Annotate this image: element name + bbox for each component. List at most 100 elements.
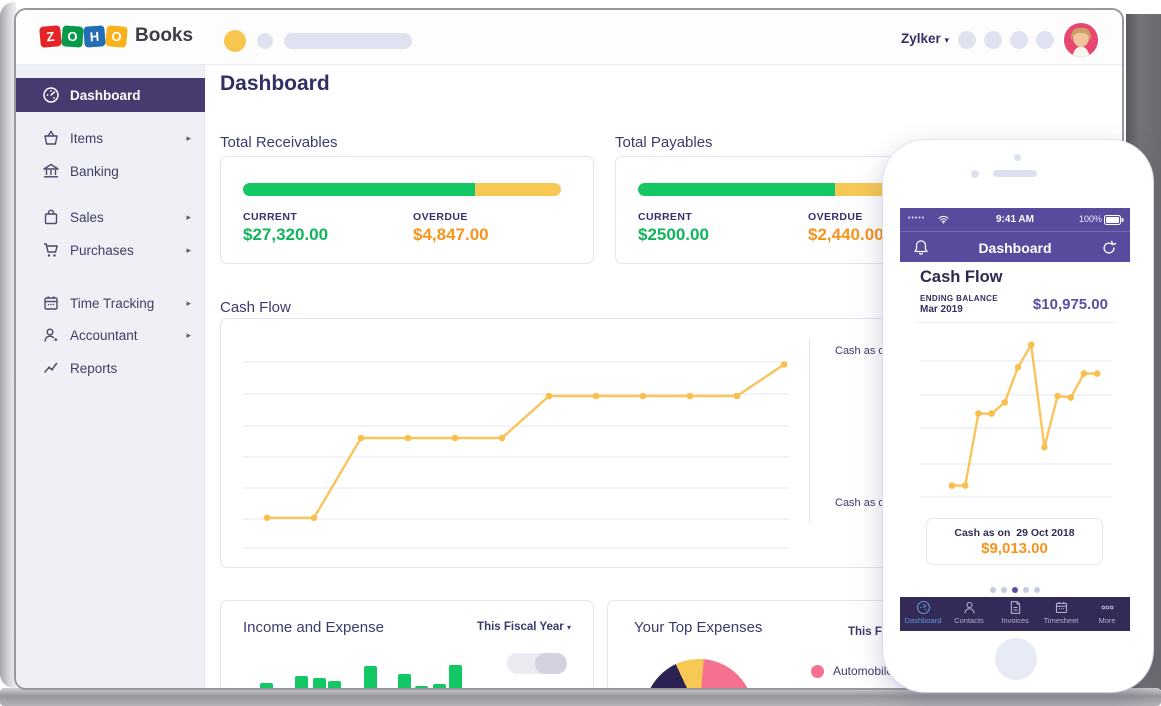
calendar-icon: [1054, 600, 1069, 615]
cash-as-on-value: $9,013.00: [927, 540, 1102, 557]
receivables-overdue-value: $4,847.00: [413, 225, 489, 245]
ending-balance-period: Mar 2019: [920, 304, 963, 315]
receivables-card: CURRENT $27,320.00 OVERDUE $4,847.00: [220, 156, 594, 264]
pager-dot[interactable]: [1012, 587, 1018, 593]
sidebar-item-label: Dashboard: [70, 88, 141, 103]
tab-invoices[interactable]: Invoices: [992, 597, 1038, 631]
sidebar-item-time-tracking[interactable]: Time Tracking ▸: [16, 286, 205, 320]
calendar-icon: [42, 294, 60, 312]
tab-dashboard[interactable]: Dashboard: [900, 597, 946, 631]
payables-current-label: CURRENT: [638, 211, 692, 223]
topbar-icon-button-3[interactable]: [1010, 31, 1028, 49]
tab-timesheet[interactable]: Timesheet: [1038, 597, 1084, 631]
bank-icon: [42, 162, 60, 180]
tab-label: More: [1084, 616, 1130, 625]
accountant-icon: [42, 326, 60, 344]
sidebar-item-dashboard[interactable]: Dashboard: [16, 78, 205, 112]
cash-as-on-date: 29 Oct 2018: [1016, 527, 1074, 539]
cash-as-on-card: Cash as on 29 Oct 2018 $9,013.00: [926, 518, 1103, 565]
sidebar-item-sales[interactable]: Sales ▸: [16, 200, 205, 234]
sidebar-item-purchases[interactable]: Purchases ▸: [16, 233, 205, 267]
topbar-icon-button[interactable]: [257, 33, 273, 49]
receivables-progress-bar: [243, 183, 561, 196]
tab-label: Invoices: [992, 616, 1038, 625]
page-title: Dashboard: [220, 72, 330, 96]
chevron-right-icon: ▸: [186, 330, 191, 341]
logo-wordmark: Books: [135, 25, 193, 47]
income-expense-bar-chart: [221, 601, 593, 690]
org-avatar-button[interactable]: [224, 30, 246, 52]
phone-cashflow-line-chart: [916, 324, 1116, 506]
receivables-current-value: $27,320.00: [243, 225, 328, 245]
user-avatar[interactable]: [1064, 23, 1098, 57]
tab-contacts[interactable]: Contacts: [946, 597, 992, 631]
topbar-icon-button-2[interactable]: [984, 31, 1002, 49]
bag-icon: [42, 208, 60, 226]
pager-dot[interactable]: [1001, 587, 1007, 593]
income-expense-bar: [295, 676, 308, 690]
cashflow-line-chart: [233, 331, 809, 557]
avatar-face-graphic: [1064, 23, 1098, 57]
basket-icon: [42, 129, 60, 147]
org-dropdown-label: Zylker: [901, 31, 941, 46]
topbar-icon-button-1[interactable]: [958, 31, 976, 49]
ending-balance-label: ENDING BALANCE: [920, 294, 998, 303]
divider: [916, 322, 1116, 323]
topbar: Z O H O Books Zylker ▾: [16, 10, 1122, 65]
battery-icon: [1104, 215, 1124, 225]
payables-progress-fill: [638, 183, 835, 196]
chevron-right-icon: ▸: [186, 245, 191, 256]
phone-speaker: [993, 170, 1037, 177]
topbar-icon-button-4[interactable]: [1036, 31, 1054, 49]
org-dropdown[interactable]: Zylker ▾: [901, 31, 949, 46]
trend-icon: [42, 359, 60, 377]
battery-percent: 100%: [1079, 214, 1102, 224]
zoho-books-logo[interactable]: Z O H O Books: [40, 25, 193, 47]
phone-camera-dot: [1014, 154, 1021, 161]
person-icon: [962, 600, 977, 615]
sidebar-item-banking[interactable]: Banking: [16, 154, 205, 188]
sidebar-item-reports[interactable]: Reports: [16, 351, 205, 385]
top-expenses-pie-chart: [644, 659, 754, 690]
cart-icon: [42, 241, 60, 259]
chevron-right-icon: ▸: [186, 298, 191, 309]
tab-more[interactable]: More: [1084, 597, 1130, 631]
pager-dot[interactable]: [990, 587, 996, 593]
phone-bottom-nav: Dashboard Contacts Inv: [900, 597, 1130, 631]
receivables-current-label: CURRENT: [243, 211, 297, 223]
refresh-icon[interactable]: [1101, 240, 1117, 256]
sidebar-item-accountant[interactable]: Accountant ▸: [16, 318, 205, 352]
gauge-icon: [42, 86, 60, 104]
chevron-right-icon: ▸: [186, 212, 191, 223]
cash-as-on-text: Cash as on 29 Oct 2018: [927, 527, 1102, 539]
sidebar-item-items[interactable]: Items ▸: [16, 121, 205, 155]
income-expense-bar: [398, 674, 411, 690]
payables-overdue-value: $2,440.00: [808, 225, 884, 245]
tab-label: Contacts: [946, 616, 992, 625]
logo-letter: Z: [39, 25, 62, 48]
income-expense-bar: [328, 681, 341, 690]
carousel-pager: [900, 580, 1130, 598]
phone-sensor-dot: [971, 170, 979, 178]
phone-cashflow-title: Cash Flow: [920, 268, 1003, 287]
pager-dot[interactable]: [1023, 587, 1029, 593]
income-expense-bar: [433, 684, 446, 690]
pager-dot[interactable]: [1034, 587, 1040, 593]
search-input[interactable]: [284, 33, 412, 49]
payables-overdue-label: OVERDUE: [808, 211, 863, 223]
chevron-down-icon: ▾: [945, 35, 950, 45]
income-expense-bar: [415, 686, 428, 690]
receivables-section-title: Total Receivables: [220, 134, 338, 151]
top-expenses-title: Your Top Expenses: [634, 619, 762, 636]
ending-balance-value: $10,975.00: [1033, 296, 1108, 313]
sidebar-item-label: Time Tracking: [70, 296, 154, 311]
payables-current-value: $2500.00: [638, 225, 709, 245]
logo-letter: O: [105, 25, 128, 48]
income-expense-bar: [260, 683, 273, 690]
more-dots-icon: [1100, 600, 1115, 615]
receivables-progress-fill: [243, 183, 475, 196]
logo-letter: H: [83, 25, 105, 47]
document-icon: [1008, 600, 1023, 615]
sidebar-item-label: Accountant: [70, 328, 138, 343]
phone-home-button[interactable]: [995, 638, 1037, 680]
